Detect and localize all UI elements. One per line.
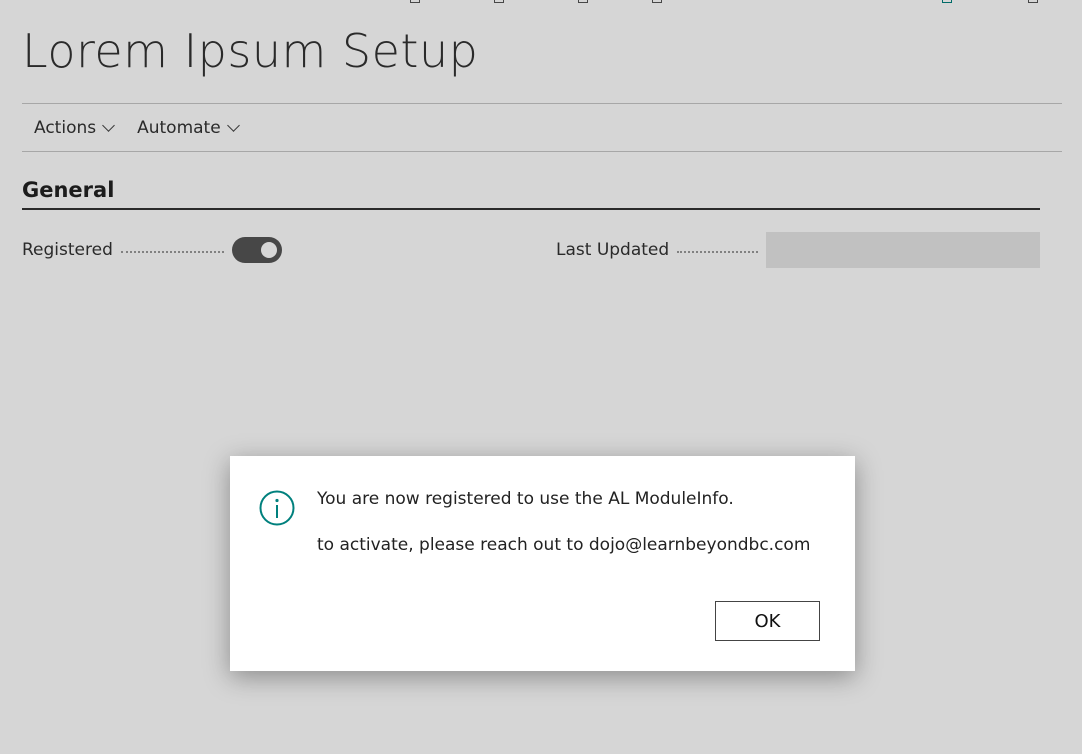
message-dialog: You are now registered to use the AL Mod… (230, 456, 855, 671)
dialog-message-line-2: to activate, please reach out to dojo@le… (317, 535, 811, 555)
ok-button[interactable]: OK (715, 601, 820, 641)
info-icon (259, 490, 295, 526)
dialog-message-line-1: You are now registered to use the AL Mod… (317, 489, 734, 509)
